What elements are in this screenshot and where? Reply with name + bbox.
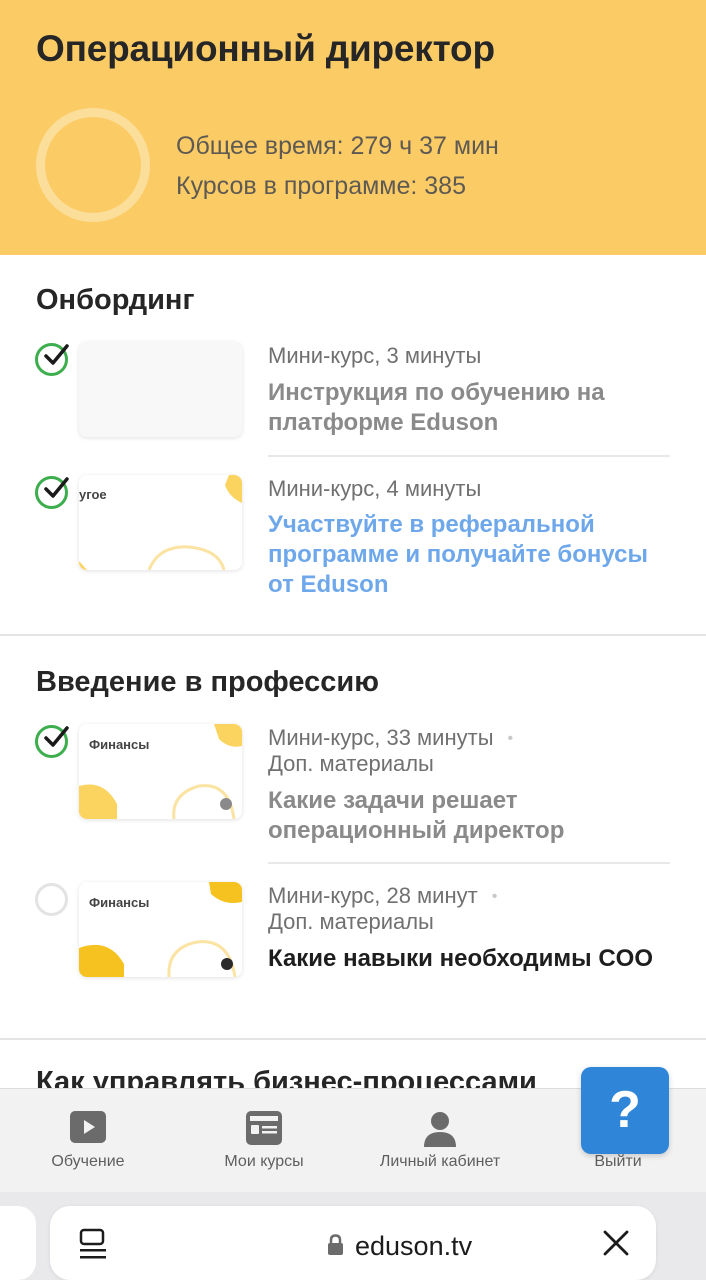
courses-count: Курсов в программе: 385 (176, 172, 466, 200)
progress-ring (36, 108, 150, 222)
address-bar[interactable]: eduson.tv (50, 1206, 656, 1280)
course-thumbnail[interactable] (79, 342, 242, 437)
page-menu-icon[interactable] (78, 1228, 108, 1265)
program-header: Операционный директор Общее время: 279 ч… (0, 0, 706, 255)
course-meta: Мини-курс, 28 минут • (268, 883, 497, 910)
close-icon[interactable] (603, 1230, 629, 1261)
item-divider (268, 455, 670, 457)
course-thumbnail[interactable]: Финансы (79, 882, 242, 977)
course-title[interactable]: Какие задачи решает операционный директо… (268, 786, 668, 846)
item-divider (268, 862, 670, 864)
course-title-link[interactable]: Участвуйте в реферальной программе и пол… (268, 510, 668, 600)
tab-my-courses[interactable]: Мои курсы (176, 1089, 352, 1193)
course-title[interactable]: Какие навыки необходимы COO (268, 944, 668, 974)
course-meta: Мини-курс, 3 минуты (268, 343, 482, 368)
url-text[interactable]: eduson.tv (355, 1231, 472, 1262)
tab-account[interactable]: Личный кабинет (352, 1089, 528, 1193)
course-duration: Мини-курс, 33 минуты (268, 725, 494, 750)
tab-learning[interactable]: Обучение (0, 1089, 176, 1193)
courses-card-icon (246, 1111, 282, 1150)
completed-check-icon (35, 343, 69, 376)
total-time: Общее время: 279 ч 37 мин (176, 132, 499, 160)
tab-label: Мои курсы (224, 1153, 304, 1170)
previous-tab-peek[interactable] (0, 1206, 36, 1280)
play-icon (70, 1111, 106, 1148)
completed-check-icon (35, 725, 69, 758)
tab-label: Обучение (51, 1153, 125, 1170)
section-divider (0, 1038, 706, 1040)
tab-label: Личный кабинет (379, 1153, 501, 1170)
course-duration: Мини-курс, 28 минут (268, 883, 478, 908)
tab-label: Выйти (594, 1153, 642, 1170)
page-title: Операционный директор (36, 28, 495, 69)
lock-icon (327, 1234, 344, 1261)
course-thumbnail[interactable]: Финансы (79, 724, 242, 819)
course-title[interactable]: Инструкция по обучению на платформе Edus… (268, 378, 668, 438)
section-title-onboarding: Онбординг (36, 284, 195, 316)
user-icon (423, 1111, 457, 1152)
separator-dot: • (507, 730, 514, 748)
separator-dot: • (491, 888, 498, 906)
incomplete-circle-icon (35, 883, 68, 916)
completed-check-icon (35, 476, 69, 509)
extra-materials[interactable]: Доп. материалы (268, 751, 434, 777)
section-title-introduction: Введение в профессию (36, 666, 380, 698)
course-meta: Мини-курс, 33 минуты • (268, 725, 513, 752)
browser-toolbar: eduson.tv (0, 1192, 706, 1280)
section-divider (0, 634, 706, 636)
help-button[interactable]: ? (581, 1067, 669, 1154)
extra-materials[interactable]: Доп. материалы (268, 909, 434, 935)
course-thumbnail[interactable]: угое (79, 475, 242, 570)
course-meta: Мини-курс, 4 минуты (268, 476, 482, 501)
